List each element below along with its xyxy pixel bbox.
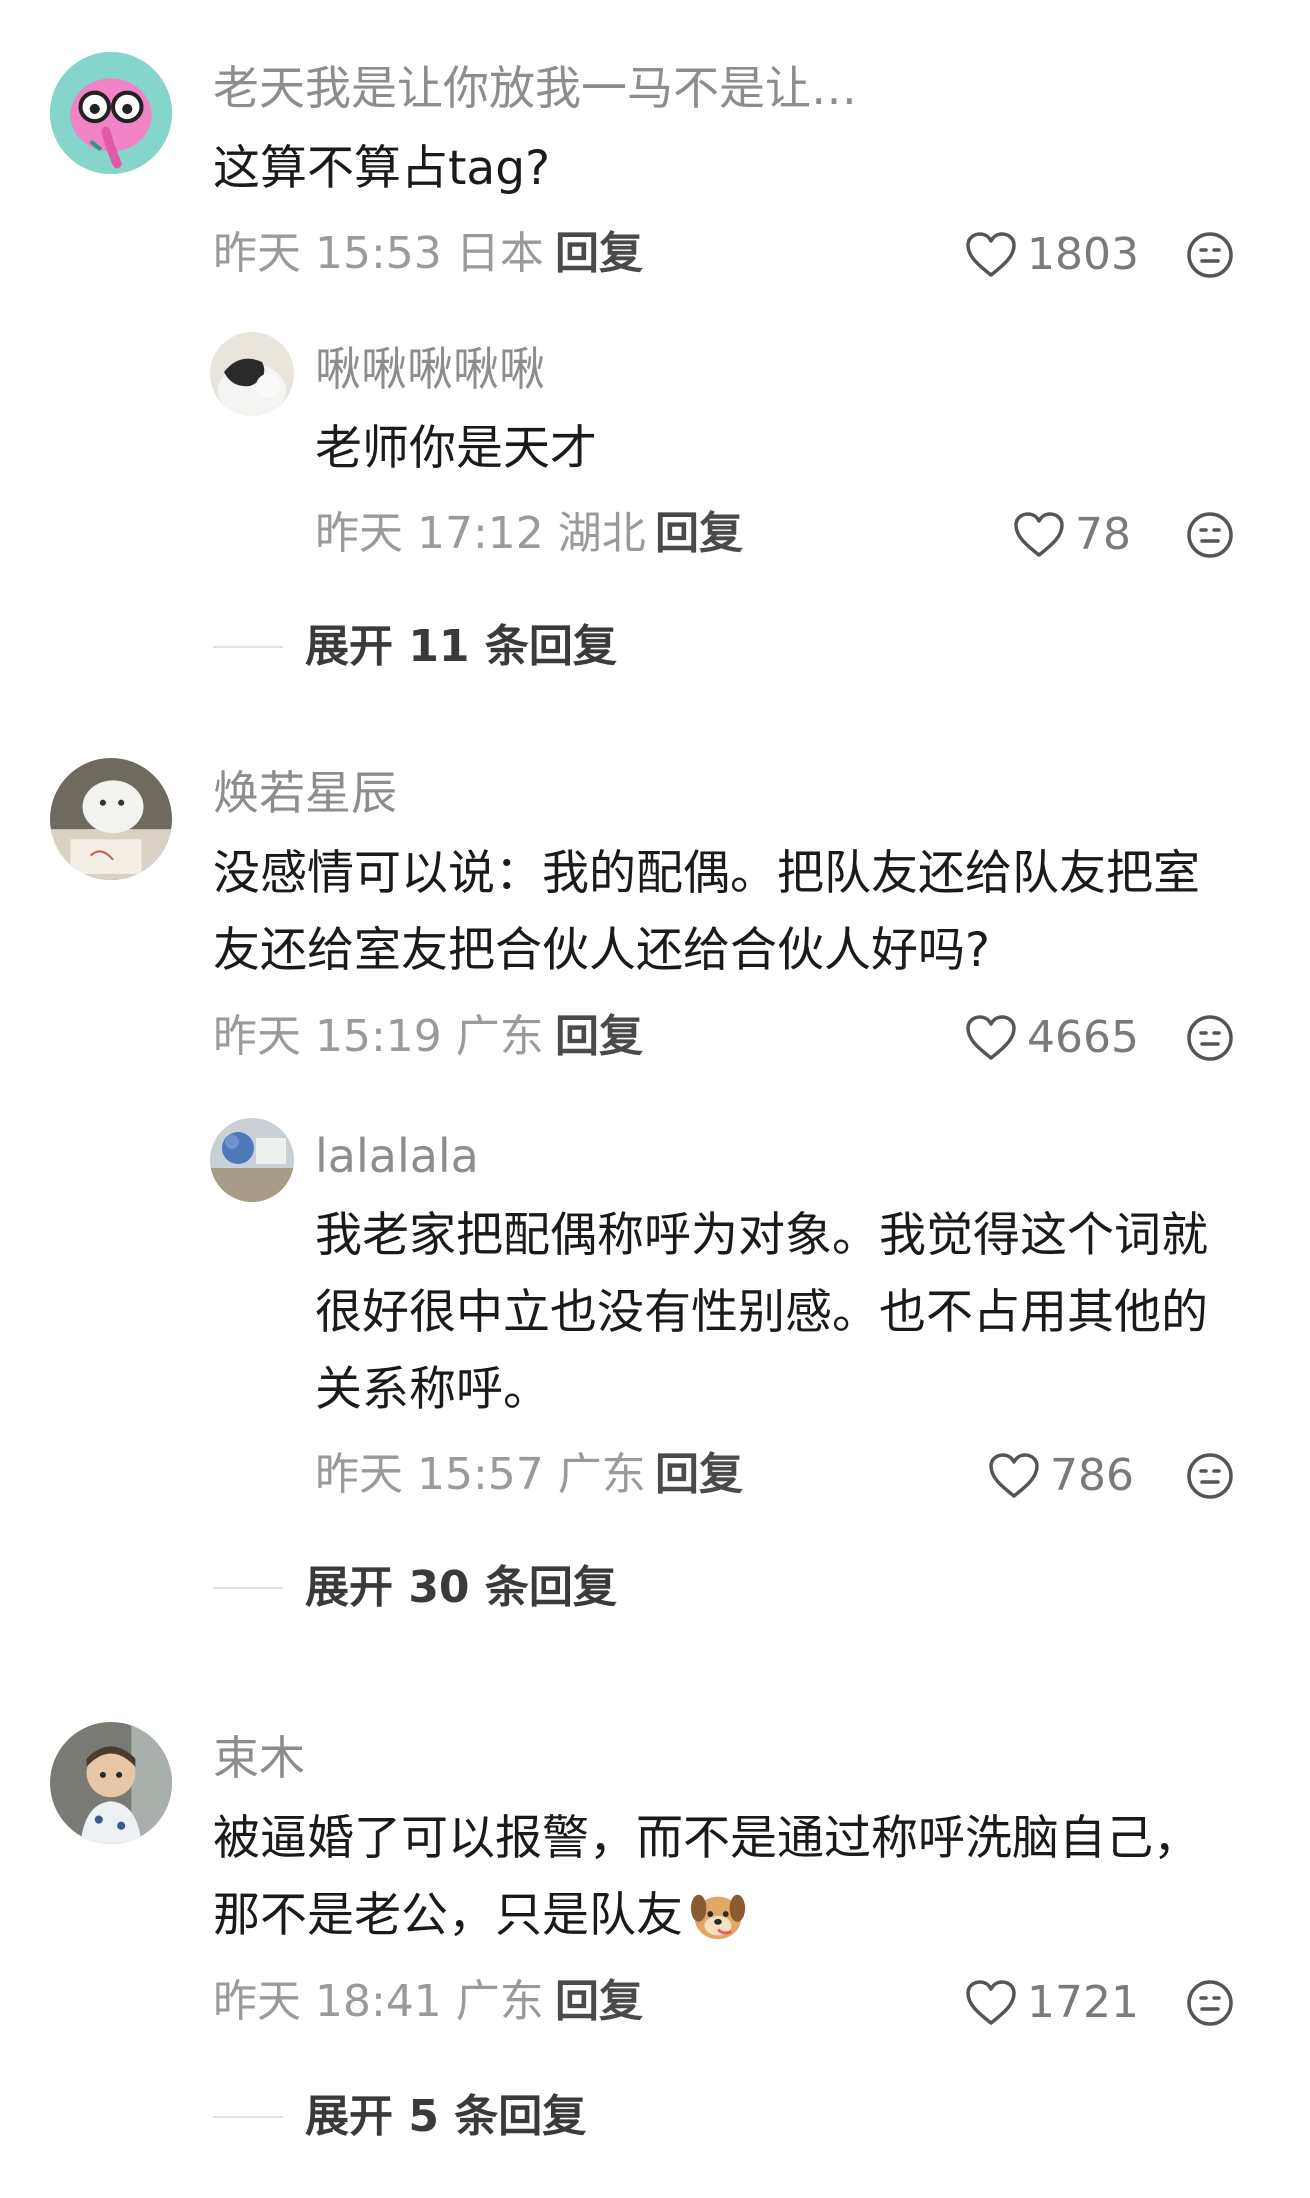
expand-divider xyxy=(213,646,283,648)
expand-replies[interactable]: 展开 5 条回复 xyxy=(213,2095,586,2139)
like-button[interactable]: 78 xyxy=(1013,505,1131,565)
comment-time: 昨天 15:53 日本 xyxy=(213,232,544,276)
comment-text: 没感情可以说：我的配偶。把队友还给队友把室 友还给室友把合伙人还给合伙人好吗? xyxy=(213,835,1200,989)
comment-text-line: 那不是老公，只是队友 xyxy=(213,1877,1200,1954)
comment-username[interactable]: 老天我是让你放我一马不是让… xyxy=(213,65,857,111)
avatar[interactable] xyxy=(50,1722,172,1844)
like-button[interactable]: 1721 xyxy=(965,1973,1139,2033)
expand-divider xyxy=(213,2116,283,2118)
avatar[interactable] xyxy=(210,332,294,416)
heart-outline-icon xyxy=(966,1015,1016,1060)
comment-username[interactable]: 焕若星辰 xyxy=(213,770,397,816)
reply-text-line: 我老家把配偶称呼为对象。我觉得这个词就 xyxy=(315,1208,1208,1263)
comment-time: 昨天 15:19 广东 xyxy=(213,1015,544,1059)
reply-time: 昨天 15:57 广东 xyxy=(315,1453,646,1497)
expand-replies[interactable]: 展开 30 条回复 xyxy=(213,1566,617,1610)
reply-button[interactable]: 回复 xyxy=(555,1980,643,2024)
comment-username[interactable]: 束木 xyxy=(213,1735,305,1781)
like-button[interactable]: 786 xyxy=(988,1446,1134,1506)
comment-text-line: 这算不算占tag? xyxy=(213,141,551,196)
like-count: 1721 xyxy=(1027,1977,1139,2028)
reply-time: 昨天 17:12 湖北 xyxy=(315,512,646,556)
heart-outline-icon xyxy=(989,1453,1039,1498)
avatar[interactable] xyxy=(50,52,172,174)
heart-outline-icon xyxy=(1014,512,1064,557)
smiley-icon[interactable] xyxy=(1185,510,1235,560)
reply-location: 广东 xyxy=(557,1449,646,1500)
reply-button[interactable]: 回复 xyxy=(555,232,643,276)
comment-location: 广东 xyxy=(455,1976,544,2027)
comment-location: 日本 xyxy=(455,228,544,279)
expand-replies[interactable]: 展开 11 条回复 xyxy=(213,625,617,669)
comment-date: 昨天 15:19 xyxy=(213,1011,442,1062)
comment-text: 被逼婚了可以报警，而不是通过称呼洗脑自己， 那不是老公，只是队友 xyxy=(213,1800,1200,1954)
comment-text: 这算不算占tag? xyxy=(213,130,550,207)
like-button[interactable]: 1803 xyxy=(965,225,1139,285)
heart-outline-icon xyxy=(966,1980,1016,2025)
comment-text-line: 被逼婚了可以报警，而不是通过称呼洗脑自己， xyxy=(213,1811,1200,1866)
avatar[interactable] xyxy=(210,1118,294,1202)
expand-divider xyxy=(213,1587,283,1589)
reply-username[interactable]: lalalala xyxy=(315,1133,479,1179)
reply-text-line: 老师你是天才 xyxy=(315,421,597,476)
reply-text-line: 关系称呼。 xyxy=(315,1362,550,1417)
reply-button[interactable]: 回复 xyxy=(655,1453,743,1497)
smiley-icon[interactable] xyxy=(1185,1978,1235,2028)
like-count: 78 xyxy=(1075,509,1131,560)
comment-date: 昨天 18:41 xyxy=(213,1976,442,2027)
like-button[interactable]: 4665 xyxy=(965,1008,1139,1068)
reply-date: 昨天 17:12 xyxy=(315,508,544,559)
expand-replies-label: 展开 5 条回复 xyxy=(305,2091,587,2142)
smiley-icon[interactable] xyxy=(1185,1013,1235,1063)
comment-text-line: 没感情可以说：我的配偶。把队友还给队友把室 xyxy=(213,846,1200,901)
reply-text: 我老家把配偶称呼为对象。我觉得这个词就 很好很中立也没有性别感。也不占用其他的 … xyxy=(315,1197,1208,1428)
comment-text-line: 友还给室友把合伙人还给合伙人好吗? xyxy=(213,923,990,978)
like-count: 4665 xyxy=(1027,1012,1139,1063)
avatar[interactable] xyxy=(50,758,172,880)
heart-outline-icon xyxy=(966,232,1016,277)
reply-button[interactable]: 回复 xyxy=(655,512,743,556)
like-count: 1803 xyxy=(1027,229,1139,280)
reply-button[interactable]: 回复 xyxy=(555,1015,643,1059)
comment-text-fragment: 那不是老公，只是队友 xyxy=(213,1888,683,1943)
comment-time: 昨天 18:41 广东 xyxy=(213,1980,544,2024)
expand-replies-label: 展开 11 条回复 xyxy=(305,621,617,672)
reply-username[interactable]: 啾啾啾啾啾 xyxy=(315,346,545,392)
reply-text-line: 很好很中立也没有性别感。也不占用其他的 xyxy=(315,1285,1208,1340)
reply-text: 老师你是天才 xyxy=(315,410,597,487)
like-count: 786 xyxy=(1050,1450,1134,1501)
smiley-icon[interactable] xyxy=(1185,1451,1235,1501)
smiley-icon[interactable] xyxy=(1185,230,1235,280)
comment-date: 昨天 15:53 xyxy=(213,228,442,279)
reply-date: 昨天 15:57 xyxy=(315,1449,544,1500)
dog-emoji-icon xyxy=(690,1894,746,1939)
reply-location: 湖北 xyxy=(557,508,646,559)
expand-replies-label: 展开 30 条回复 xyxy=(305,1562,617,1613)
comment-location: 广东 xyxy=(455,1011,544,1062)
